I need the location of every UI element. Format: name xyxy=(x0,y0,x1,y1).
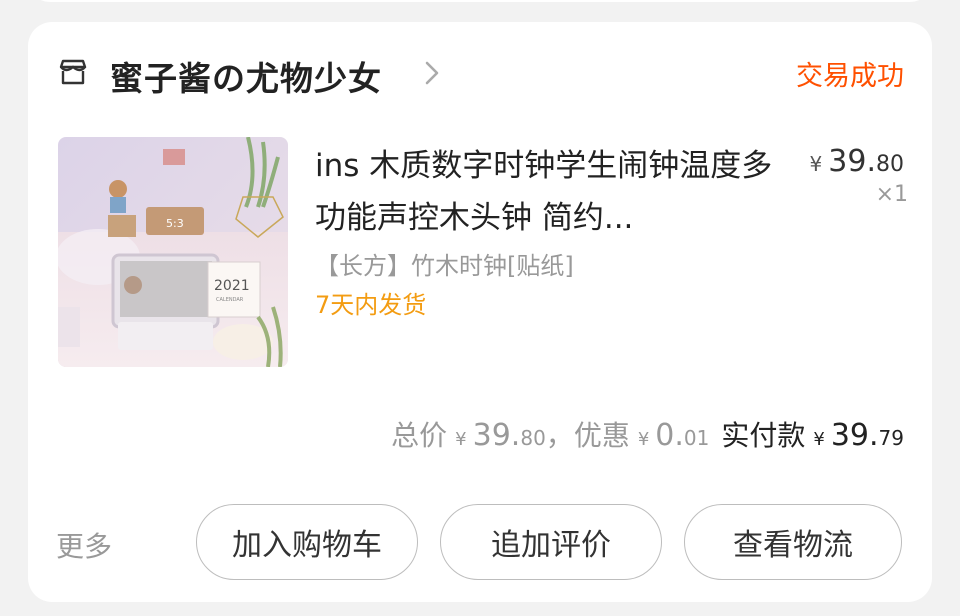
price-decimal: 80 xyxy=(876,152,904,177)
previous-order-card xyxy=(28,0,932,2)
view-logistics-button[interactable]: 查看物流 xyxy=(684,504,902,580)
paid-label: 实付款 xyxy=(721,419,806,452)
calendar-caption: CALENDAR xyxy=(216,297,244,303)
paid-integer: 39. xyxy=(830,418,879,453)
total-label: 总价 xyxy=(391,419,448,452)
total-decimal: 80 xyxy=(520,426,546,450)
order-status: 交易成功 xyxy=(796,61,904,92)
order-summary: 总价 ¥ 39. 80 ， 优惠 ¥ 0. 01 实付款 ¥ 39. 79 xyxy=(391,414,904,454)
price-integer: 39. xyxy=(828,144,876,179)
paid-decimal: 79 xyxy=(878,426,904,450)
discount-decimal: 01 xyxy=(683,426,710,450)
chevron-right-icon[interactable] xyxy=(424,60,440,86)
calendar-year: 2021 xyxy=(214,278,250,294)
discount-integer: 0. xyxy=(655,418,684,453)
more-button[interactable]: 更多 xyxy=(56,525,112,565)
discount-currency: ¥ xyxy=(637,429,650,450)
product-image[interactable]: 5:3 2021 CALENDAR xyxy=(58,137,288,367)
unit-price: ¥39.80 xyxy=(810,144,904,179)
sku-label: 【长方】竹木时钟[贴纸] xyxy=(315,252,574,280)
quantity: ×1 xyxy=(875,182,908,207)
svg-text:5:3: 5:3 xyxy=(166,217,184,230)
order-card: 蜜子酱の尤物少女 交易成功 5:3 2021 CALENDAR ins 木质数字… xyxy=(28,22,932,602)
paid-currency: ¥ xyxy=(813,429,825,450)
total-currency: ¥ xyxy=(455,429,467,450)
discount-label: 优惠 xyxy=(573,419,630,452)
add-to-cart-button[interactable]: 加入购物车 xyxy=(196,504,418,580)
shipping-note: 7天内发货 xyxy=(315,291,427,319)
add-review-button[interactable]: 追加评价 xyxy=(440,504,662,580)
product-title[interactable]: ins 木质数字时钟学生闹钟温度多功能声控木头钟 简约... xyxy=(315,140,785,244)
shop-name[interactable]: 蜜子酱の尤物少女 xyxy=(110,52,382,100)
price-currency: ¥ xyxy=(809,152,823,176)
shop-icon[interactable] xyxy=(58,58,88,86)
total-integer: 39. xyxy=(472,418,521,453)
summary-separator: ， xyxy=(545,419,574,452)
